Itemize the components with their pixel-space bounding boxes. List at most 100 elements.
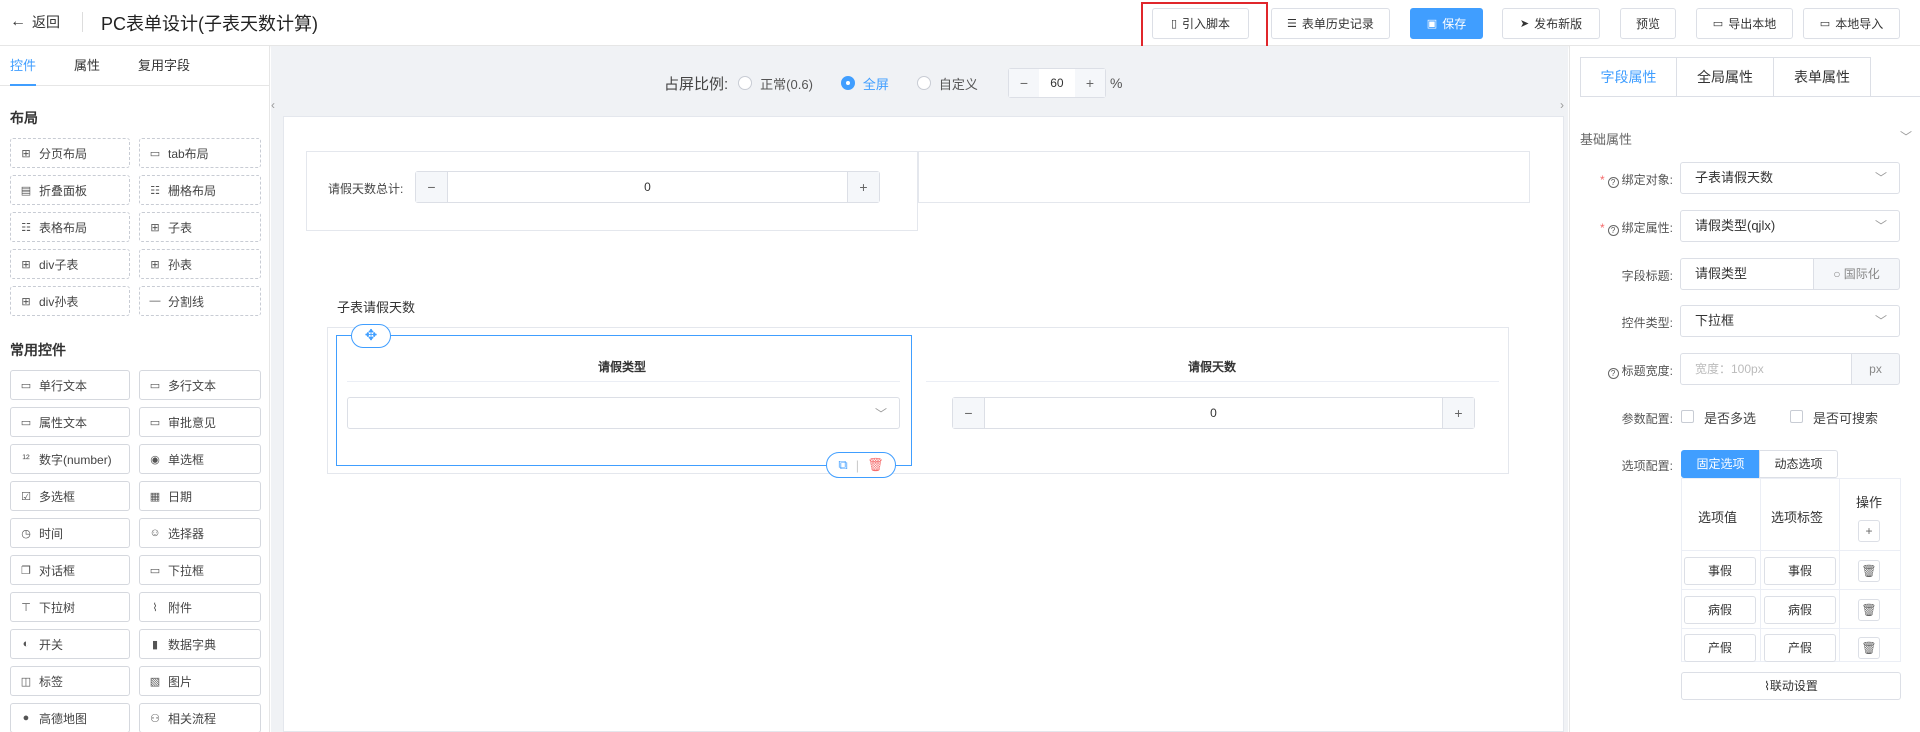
plus-icon[interactable]: + xyxy=(1442,398,1474,428)
searchable-label[interactable]: 是否可搜索 xyxy=(1813,408,1878,427)
control-subtable[interactable]: ⊞ 子表 xyxy=(139,212,261,242)
control-grid-layout[interactable]: ☷ 栅格布局 xyxy=(139,175,261,205)
screen-ratio-bar: 占屏比例: 正常(0.6) 全屏 自定义 − 60 + % xyxy=(664,68,1122,98)
control-label: 下拉树 xyxy=(39,600,76,615)
tab-form-props[interactable]: 表单属性 xyxy=(1774,57,1871,97)
total-days-value[interactable]: 0 xyxy=(448,172,847,202)
approval-icon: ▭ xyxy=(149,416,161,429)
control-divider[interactable]: — 分割线 xyxy=(139,286,261,316)
multi-select-checkbox[interactable] xyxy=(1681,410,1694,423)
multi-select-label[interactable]: 是否多选 xyxy=(1704,408,1756,427)
linkage-settings-button[interactable]: ⌇联动设置 xyxy=(1681,672,1901,700)
minus-icon[interactable]: − xyxy=(953,398,985,428)
ratio-option-fullscreen[interactable]: 全屏 xyxy=(840,74,889,93)
total-days-label: 请假天数总计: xyxy=(328,182,404,196)
control-flow[interactable]: ⚇ 相关流程 xyxy=(139,703,261,732)
plus-icon[interactable]: + xyxy=(847,172,879,202)
title-width-label: ? 标题宽度: xyxy=(1573,362,1673,379)
trash-icon[interactable]: 🗑 xyxy=(1858,560,1880,582)
control-image[interactable]: ▧ 图片 xyxy=(139,666,261,696)
minus-icon[interactable]: − xyxy=(416,172,448,202)
percent-label: % xyxy=(1109,75,1123,91)
control-tag[interactable]: ◫ 标签 xyxy=(10,666,130,696)
option-value-input[interactable]: 事假 xyxy=(1684,557,1756,585)
bind-object-select[interactable]: 子表请假天数 ﹀ xyxy=(1680,162,1900,194)
ratio-option-normal[interactable]: 正常(0.6) xyxy=(738,74,813,93)
control-grandchild-table[interactable]: ⊞ 孙表 xyxy=(139,249,261,279)
control-selector[interactable]: ☺ 选择器 xyxy=(139,518,261,548)
control-attachment[interactable]: ⌇ 附件 xyxy=(139,592,261,622)
ratio-option-custom[interactable]: 自定义 xyxy=(916,74,978,93)
control-page-layout[interactable]: ⊞ 分页布局 xyxy=(10,138,130,168)
control-text-input[interactable]: ▭ 单行文本 xyxy=(10,370,130,400)
control-label: 单选框 xyxy=(168,452,205,467)
control-checkbox[interactable]: ☑ 多选框 xyxy=(10,481,130,511)
leave-days-stepper[interactable]: − 0 + xyxy=(952,397,1475,429)
control-switch[interactable]: ◐ 开关 xyxy=(10,629,130,659)
control-textarea[interactable]: ▭ 多行文本 xyxy=(139,370,261,400)
chevron-left-icon[interactable]: ‹ xyxy=(271,98,281,118)
control-collapse[interactable]: ▤ 折叠面板 xyxy=(10,175,130,205)
preview-button[interactable]: 预览 xyxy=(1620,8,1676,39)
chevron-down-icon: ﹀ xyxy=(1874,314,1887,328)
save-button[interactable]: ▣ 保存 xyxy=(1410,8,1483,39)
tab-reuse-fields[interactable]: 复用字段 xyxy=(138,46,190,85)
control-tab-layout[interactable]: ▭ tab布局 xyxy=(139,138,261,168)
move-icon[interactable]: ✥ xyxy=(351,324,391,348)
form-cell-empty[interactable] xyxy=(918,151,1530,203)
tab-properties[interactable]: 属性 xyxy=(74,46,100,85)
control-attr-text[interactable]: ▭ 属性文本 xyxy=(10,407,130,437)
control-dialog[interactable]: ❐ 对话框 xyxy=(10,555,130,585)
tab-controls[interactable]: 控件 xyxy=(10,46,37,86)
control-label: 选择器 xyxy=(168,526,205,541)
control-label: div子表 xyxy=(39,257,79,272)
import-local-button[interactable]: ▭ 本地导入 xyxy=(1803,8,1900,39)
control-number[interactable]: ¹² 数字(number) xyxy=(10,444,130,474)
chevron-down-icon[interactable]: ﹀ xyxy=(1900,128,1912,145)
ratio-stepper[interactable]: − 60 + xyxy=(1007,68,1106,98)
control-radio[interactable]: ◉ 单选框 xyxy=(139,444,261,474)
column-header-days: 请假天数 xyxy=(1188,360,1237,374)
option-label-input[interactable]: 产假 xyxy=(1764,634,1836,662)
control-dropdown[interactable]: ▭ 下拉框 xyxy=(139,555,261,585)
leave-days-value[interactable]: 0 xyxy=(985,398,1442,428)
ratio-value[interactable]: 60 xyxy=(1039,76,1075,90)
i18n-button[interactable]: ○ 国际化 xyxy=(1813,258,1900,290)
trash-icon[interactable]: 🗑 xyxy=(1858,637,1880,659)
add-option-plus-icon[interactable]: + xyxy=(1858,520,1880,542)
dynamic-options-button[interactable]: 动态选项 xyxy=(1759,450,1838,478)
total-days-stepper[interactable]: − 0 + xyxy=(415,171,880,203)
control-dictionary[interactable]: ▮ 数据字典 xyxy=(139,629,261,659)
control-map[interactable]: ● 高德地图 xyxy=(10,703,130,732)
minus-icon[interactable]: − xyxy=(1008,69,1039,97)
option-value-input[interactable]: 产假 xyxy=(1684,634,1756,662)
control-div-grandchild[interactable]: ⊞ div孙表 xyxy=(10,286,130,316)
field-title-input[interactable]: 请假类型 xyxy=(1680,258,1814,290)
leave-type-select[interactable]: ﹀ xyxy=(347,397,900,429)
control-date[interactable]: ▦ 日期 xyxy=(139,481,261,511)
control-time[interactable]: ◷ 时间 xyxy=(10,518,130,548)
bind-attr-select[interactable]: 请假类型(qjlx) ﹀ xyxy=(1680,210,1900,242)
searchable-checkbox[interactable] xyxy=(1790,410,1803,423)
publish-button[interactable]: ➤ 发布新版 xyxy=(1502,8,1600,39)
option-label-input[interactable]: 事假 xyxy=(1764,557,1836,585)
back-button[interactable]: ← 返回 xyxy=(10,12,60,32)
plus-icon[interactable]: + xyxy=(1074,69,1105,97)
control-table-layout[interactable]: ☷ 表格布局 xyxy=(10,212,130,242)
control-tree[interactable]: ⊤ 下拉树 xyxy=(10,592,130,622)
export-button[interactable]: ▭ 导出本地 xyxy=(1696,8,1793,39)
tab-global-props[interactable]: 全局属性 xyxy=(1677,57,1774,97)
tab-field-props[interactable]: 字段属性 xyxy=(1580,57,1677,97)
save-label: 保存 xyxy=(1442,17,1467,31)
title-width-input[interactable]: 宽度：100px xyxy=(1680,353,1852,385)
control-div-subtable[interactable]: ⊞ div子表 xyxy=(10,249,130,279)
option-value-input[interactable]: 病假 xyxy=(1684,596,1756,624)
control-approval[interactable]: ▭ 审批意见 xyxy=(139,407,261,437)
option-label-input[interactable]: 病假 xyxy=(1764,596,1836,624)
fixed-options-button[interactable]: 固定选项 xyxy=(1681,450,1760,478)
control-type-select[interactable]: 下拉框 ﹀ xyxy=(1680,305,1900,337)
history-button[interactable]: ☰ 表单历史记录 xyxy=(1271,8,1390,39)
trash-icon[interactable]: 🗑 xyxy=(1858,599,1880,621)
copy-icon[interactable]: ⧉ xyxy=(838,457,847,473)
trash-icon[interactable]: 🗑 xyxy=(867,457,884,473)
